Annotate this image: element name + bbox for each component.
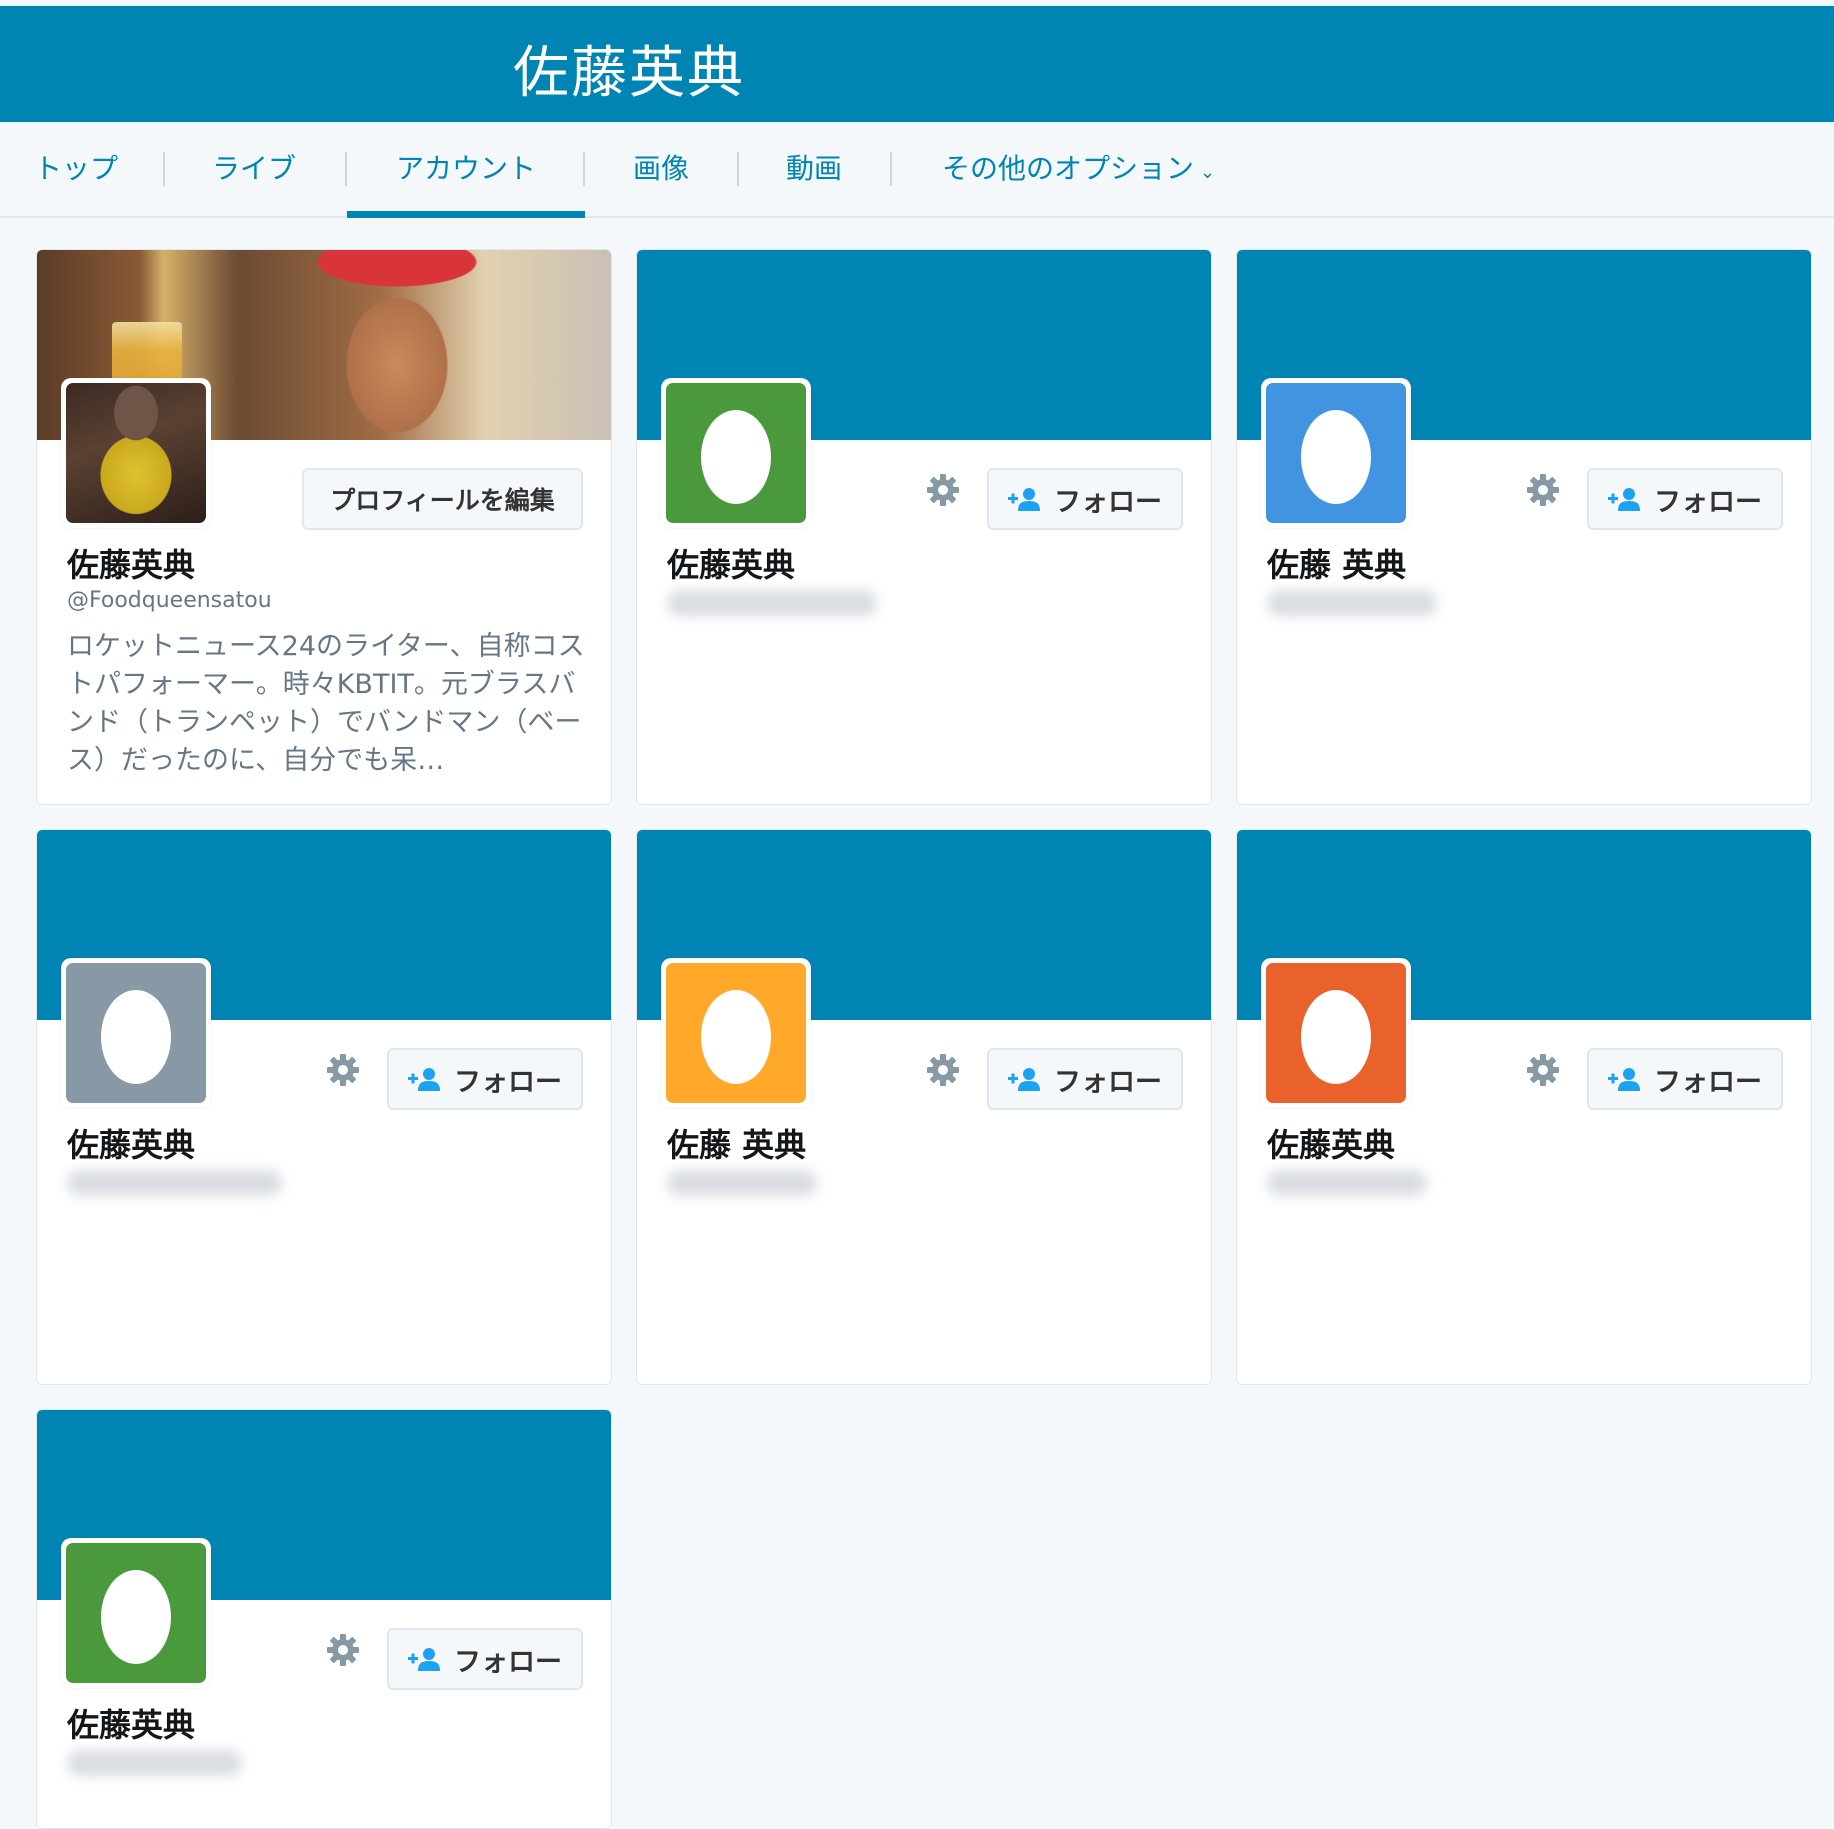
avatar[interactable]	[661, 378, 811, 528]
add-user-icon	[1008, 1068, 1040, 1091]
follow-button[interactable]: フォロー	[987, 468, 1183, 530]
profile-photo	[66, 383, 206, 523]
gear-icon[interactable]	[325, 1052, 361, 1088]
follow-button[interactable]: フォロー	[387, 1048, 583, 1110]
account-handle-blurred	[67, 1170, 282, 1196]
account-card[interactable]: フォロー 佐藤英典	[1236, 829, 1812, 1385]
account-name[interactable]: 佐藤 英典	[1267, 540, 1406, 586]
follow-button[interactable]: フォロー	[387, 1628, 583, 1690]
follow-button[interactable]: フォロー	[987, 1048, 1183, 1110]
account-bio: ロケットニュース24のライター、自称コストパフォーマー。時々KBTIT。元ブラス…	[67, 631, 585, 776]
add-user-icon	[1608, 1068, 1640, 1091]
egg-avatar-icon	[66, 963, 206, 1103]
account-name[interactable]: 佐藤英典	[667, 540, 795, 586]
follow-button[interactable]: フォロー	[1587, 468, 1783, 530]
search-nav: トップ ライブ アカウント 画像 動画 その他のオプション ⌄	[0, 122, 1834, 218]
avatar[interactable]	[661, 958, 811, 1108]
account-handle-blurred	[1267, 590, 1437, 616]
avatar[interactable]	[1261, 958, 1411, 1108]
nav-divider	[583, 152, 585, 186]
account-name[interactable]: 佐藤英典	[1267, 1120, 1395, 1166]
account-name[interactable]: 佐藤英典	[67, 540, 195, 586]
egg-avatar-icon	[666, 963, 806, 1103]
egg-avatar-icon	[66, 1543, 206, 1683]
edit-profile-button[interactable]: プロフィールを編集	[302, 468, 583, 530]
add-user-icon	[408, 1648, 440, 1671]
account-handle[interactable]: @Foodqueensatou	[67, 588, 272, 613]
avatar[interactable]	[1261, 378, 1411, 528]
nav-divider	[737, 152, 739, 186]
follow-button[interactable]: フォロー	[1587, 1048, 1783, 1110]
add-user-icon	[1008, 488, 1040, 511]
add-user-icon	[408, 1068, 440, 1091]
account-handle-blurred	[67, 1750, 242, 1776]
account-name[interactable]: 佐藤 英典	[667, 1120, 806, 1166]
account-name[interactable]: 佐藤英典	[67, 1700, 195, 1746]
egg-avatar-icon	[666, 383, 806, 523]
search-header: 佐藤英典	[0, 6, 1834, 122]
nav-divider	[890, 152, 892, 186]
account-card[interactable]: フォロー 佐藤 英典	[1236, 249, 1812, 805]
tab-top[interactable]: トップ	[34, 122, 118, 216]
egg-avatar-icon	[1266, 383, 1406, 523]
account-card-own[interactable]: プロフィールを編集 佐藤英典 @Foodqueensatou ロケットニュース2…	[36, 249, 612, 805]
account-card[interactable]: フォロー 佐藤英典	[36, 829, 612, 1385]
follow-label: フォロー	[454, 1646, 562, 1678]
tab-videos[interactable]: 動画	[786, 122, 842, 216]
follow-label: フォロー	[1654, 1066, 1762, 1098]
account-name[interactable]: 佐藤英典	[67, 1120, 195, 1166]
account-card[interactable]: フォロー 佐藤英典	[36, 1409, 612, 1829]
tab-accounts[interactable]: アカウント	[347, 122, 585, 218]
account-handle-blurred	[667, 590, 877, 616]
avatar[interactable]	[61, 1538, 211, 1688]
follow-label: フォロー	[454, 1066, 562, 1098]
gear-icon[interactable]	[1525, 1052, 1561, 1088]
tab-more-options[interactable]: その他のオプション ⌄	[942, 122, 1215, 216]
add-user-icon	[1608, 488, 1640, 511]
more-options-label: その他のオプション	[942, 152, 1195, 185]
gear-icon[interactable]	[1525, 472, 1561, 508]
follow-label: フォロー	[1054, 486, 1162, 518]
egg-avatar-icon	[1266, 963, 1406, 1103]
follow-label: フォロー	[1054, 1066, 1162, 1098]
chevron-down-icon: ⌄	[1200, 162, 1216, 183]
gear-icon[interactable]	[925, 472, 961, 508]
account-card[interactable]: フォロー 佐藤 英典	[636, 829, 1212, 1385]
nav-divider	[163, 152, 165, 186]
tab-live[interactable]: ライブ	[212, 122, 296, 216]
tab-photos[interactable]: 画像	[633, 122, 689, 216]
account-card[interactable]: フォロー 佐藤英典	[636, 249, 1212, 805]
gear-icon[interactable]	[925, 1052, 961, 1088]
account-handle-blurred	[667, 1170, 817, 1196]
gear-icon[interactable]	[325, 1632, 361, 1668]
avatar[interactable]	[61, 958, 211, 1108]
follow-label: フォロー	[1654, 486, 1762, 518]
search-query-title: 佐藤英典	[513, 41, 745, 106]
account-handle-blurred	[1267, 1170, 1427, 1196]
avatar[interactable]	[61, 378, 211, 528]
